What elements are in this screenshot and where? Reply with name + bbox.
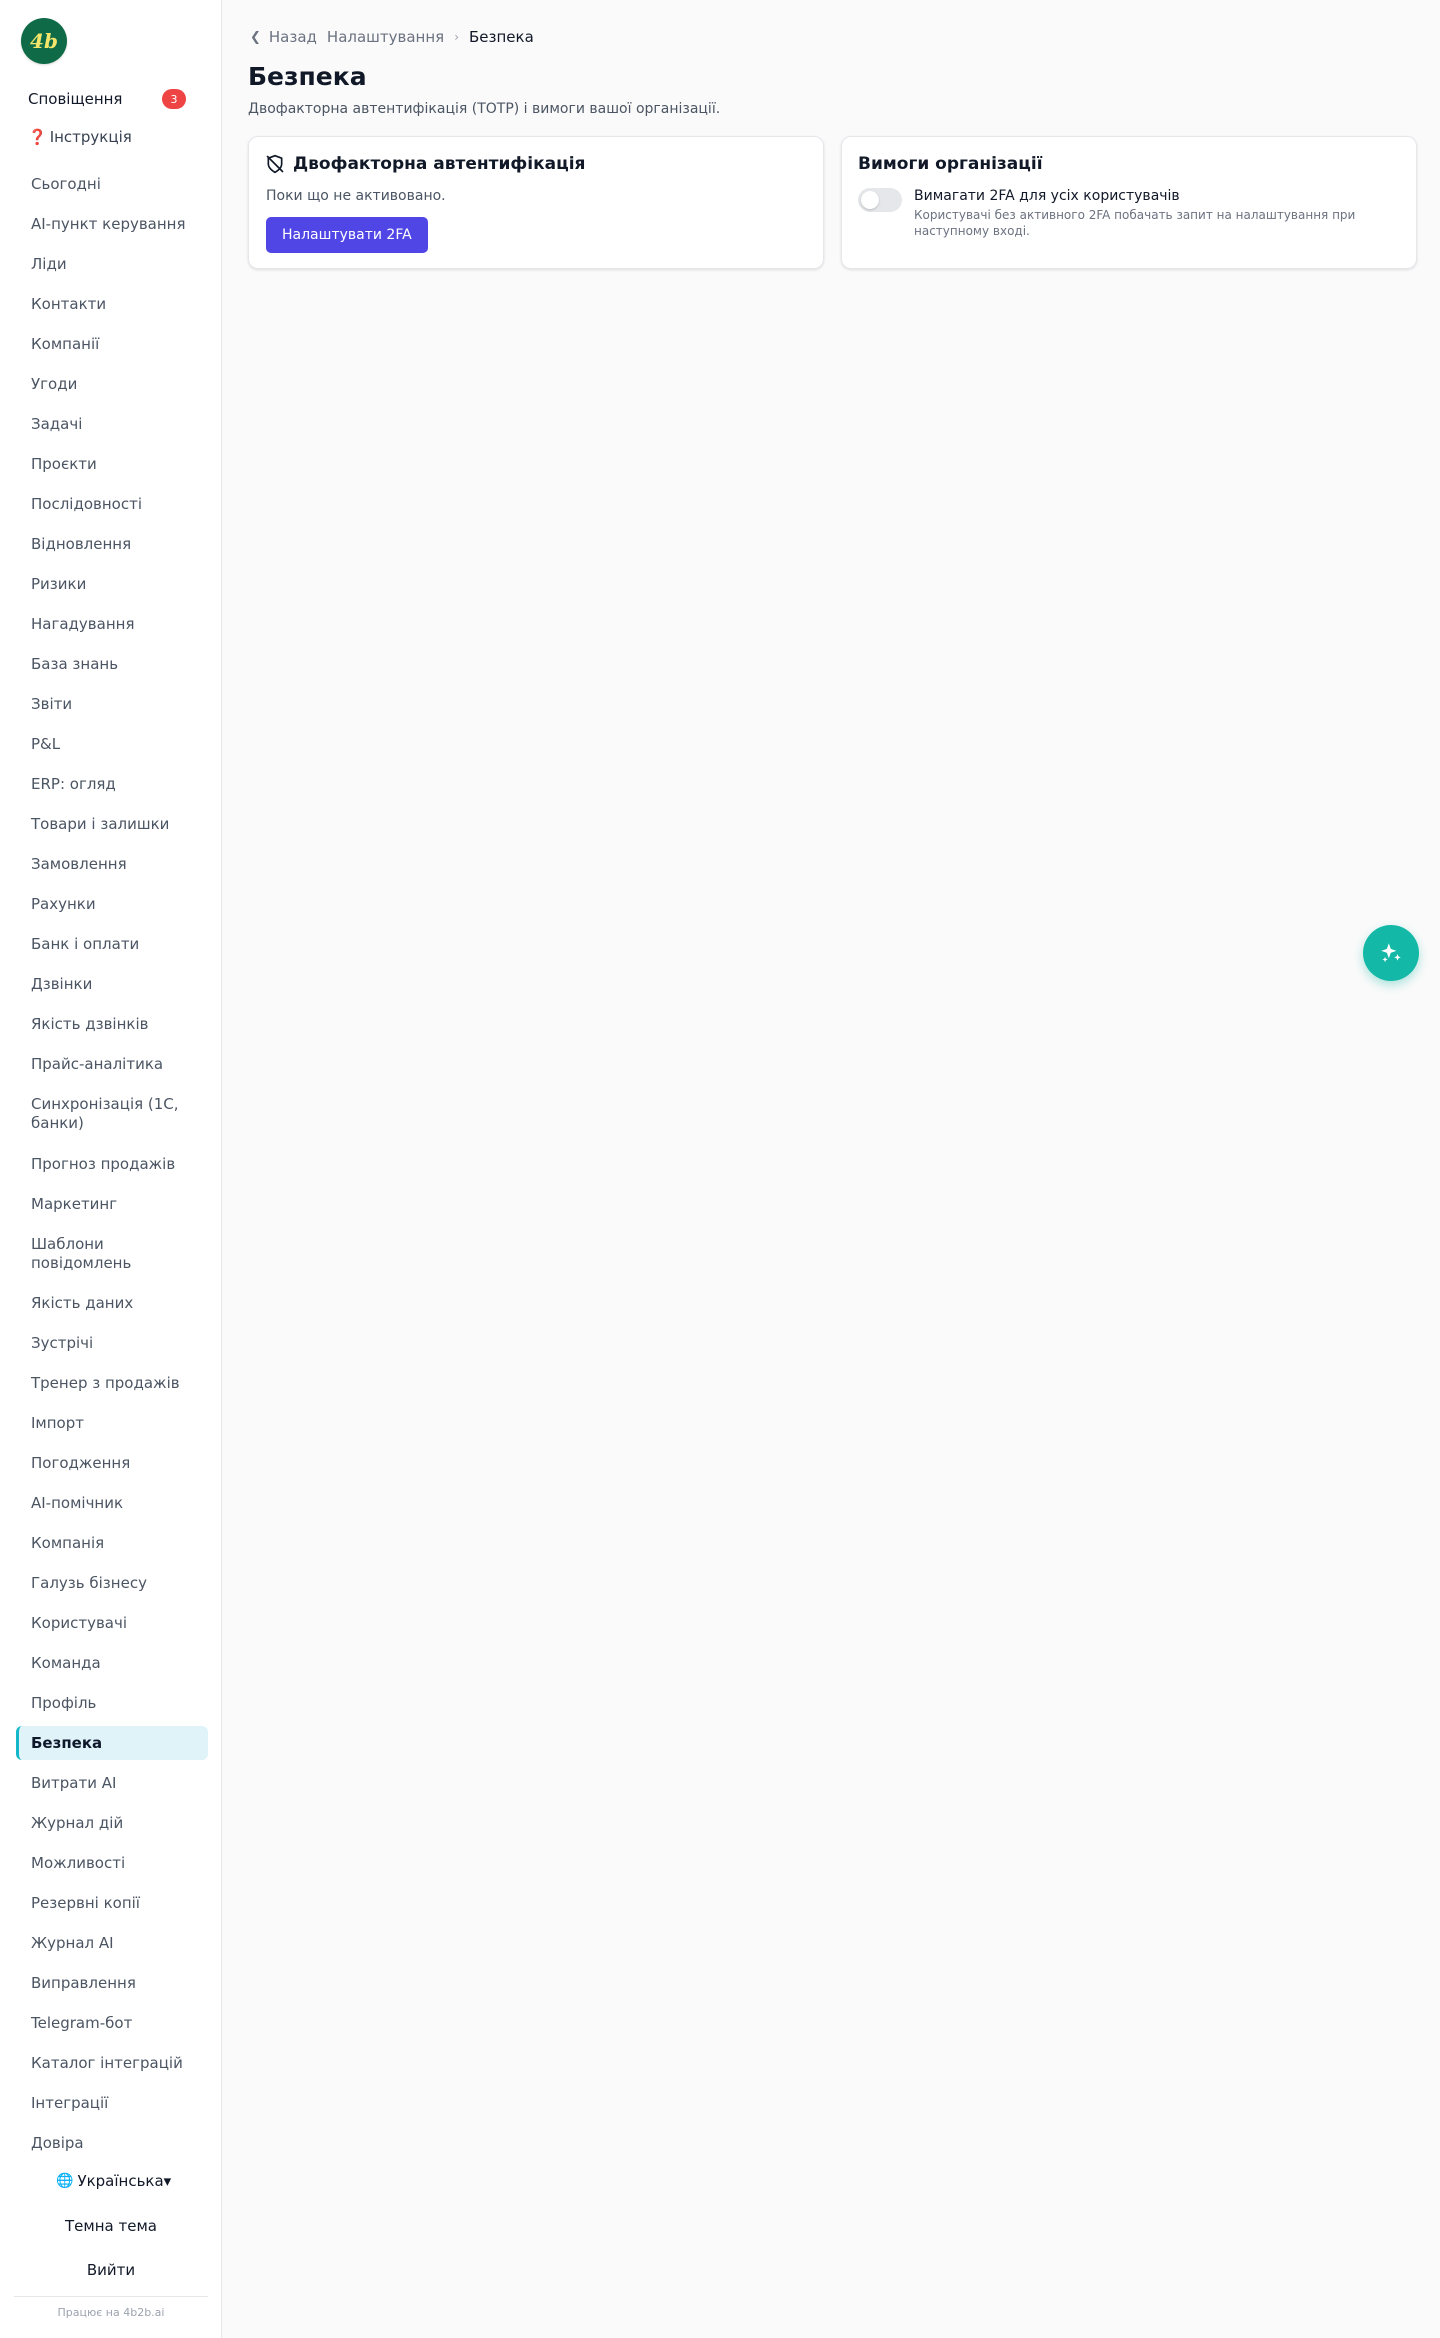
sidebar-item[interactable]: AI-пункт керування bbox=[16, 207, 208, 241]
sidebar-item[interactable]: Якість дзвінків bbox=[16, 1007, 208, 1041]
sidebar-item[interactable]: Ризики bbox=[16, 567, 208, 601]
dark-theme-button[interactable]: Темна тема bbox=[16, 2217, 206, 2235]
notifications-count-badge: 3 bbox=[162, 89, 186, 109]
sidebar-item[interactable]: ERP: огляд bbox=[16, 767, 208, 801]
two-factor-card: Двофакторна автентифікація Поки що не ак… bbox=[248, 136, 824, 269]
sidebar-item[interactable]: Послідовності bbox=[16, 487, 208, 521]
setup-2fa-button[interactable]: Налаштувати 2FA bbox=[266, 217, 428, 253]
require-2fa-toggle[interactable] bbox=[858, 188, 902, 212]
require-2fa-help: Користувачі без активного 2FA побачать з… bbox=[914, 208, 1356, 238]
sidebar-item[interactable]: Товари і залишки bbox=[16, 807, 208, 841]
sidebar-item[interactable]: Галузь бізнесу bbox=[16, 1566, 208, 1600]
breadcrumb-separator: › bbox=[454, 30, 459, 44]
back-label: Назад bbox=[268, 28, 317, 46]
sidebar-item[interactable]: Дзвінки bbox=[16, 967, 208, 1001]
app-logo[interactable]: 4b bbox=[21, 18, 67, 64]
sidebar-item[interactable]: Інтеграції bbox=[16, 2086, 208, 2120]
sidebar-item[interactable]: Шаблони повідомлень bbox=[16, 1227, 208, 1280]
two-factor-card-title: Двофакторна автентифікація bbox=[265, 154, 585, 174]
sidebar-item[interactable]: Проєкти bbox=[16, 447, 208, 481]
sidebar-item[interactable]: Маркетинг bbox=[16, 1187, 208, 1221]
chevron-left-icon: ❮ bbox=[250, 29, 261, 45]
two-factor-status: Поки що не активовано. bbox=[266, 188, 446, 204]
sidebar-item[interactable]: Команда bbox=[16, 1646, 208, 1680]
org-requirements-title: Вимоги організації bbox=[858, 154, 1043, 174]
sidebar-item[interactable]: Компанії bbox=[16, 327, 208, 361]
sidebar-item[interactable]: Замовлення bbox=[16, 847, 208, 881]
help-label: Інструкція bbox=[49, 128, 132, 146]
back-link[interactable]: ❮ Назад bbox=[250, 28, 317, 46]
sidebar-item[interactable]: Довіра bbox=[16, 2126, 208, 2160]
sidebar-item[interactable]: Журнал AI bbox=[16, 1926, 208, 1960]
sidebar-item[interactable]: Витрати AI bbox=[16, 1766, 208, 1800]
org-requirements-card: Вимоги організації Вимагати 2FA для усіх… bbox=[841, 136, 1417, 269]
sidebar-item[interactable]: Можливості bbox=[16, 1846, 208, 1880]
require-2fa-label: Вимагати 2FA для усіх користувачів bbox=[914, 188, 1180, 204]
sidebar-divider bbox=[14, 2296, 208, 2297]
sidebar-item[interactable]: Користувачі bbox=[16, 1606, 208, 1640]
sidebar-nav: Сьогодні AI-пункт керування Ліди Контакти Ко… bbox=[16, 167, 208, 2166]
sidebar-item[interactable]: Погодження bbox=[16, 1446, 208, 1480]
sidebar-item[interactable]: Профіль bbox=[16, 1686, 208, 1720]
sidebar-item[interactable]: AI-помічник bbox=[16, 1486, 208, 1520]
sidebar-item[interactable]: Угоди bbox=[16, 367, 208, 401]
help-link[interactable]: ❓ Інструкція bbox=[28, 128, 132, 146]
sparkles-icon bbox=[1381, 943, 1401, 963]
toggle-knob bbox=[861, 191, 879, 209]
sidebar-item[interactable]: Прогноз продажів bbox=[16, 1147, 208, 1181]
sidebar-item[interactable]: P&L bbox=[16, 727, 208, 761]
sidebar-item[interactable]: Тренер з продажів bbox=[16, 1366, 208, 1400]
breadcrumb-settings[interactable]: Налаштування bbox=[327, 28, 444, 46]
sidebar-item[interactable]: Ліди bbox=[16, 247, 208, 281]
sidebar-item[interactable]: Задачі bbox=[16, 407, 208, 441]
notifications-button[interactable]: Сповіщення 3 bbox=[16, 86, 198, 112]
sidebar-item[interactable]: Нагадування bbox=[16, 607, 208, 641]
shield-off-icon bbox=[265, 154, 285, 174]
sidebar-item[interactable]: База знань bbox=[16, 647, 208, 681]
sidebar-item[interactable]: Telegram-бот bbox=[16, 2006, 208, 2040]
globe-icon: 🌐 bbox=[56, 2173, 74, 2189]
sidebar-item[interactable]: Компанія bbox=[16, 1526, 208, 1560]
logout-button[interactable]: Вийти bbox=[16, 2261, 206, 2279]
sidebar-item[interactable]: Виправлення bbox=[16, 1966, 208, 2000]
sidebar-item[interactable]: Синхронізація (1С, банки) bbox=[16, 1087, 208, 1141]
sidebar-item[interactable]: Каталог інтеграцій bbox=[16, 2046, 208, 2080]
sidebar-item[interactable]: Банк і оплати bbox=[16, 927, 208, 961]
sidebar-item[interactable]: Зустрічі bbox=[16, 1326, 208, 1360]
sidebar-item[interactable]: Журнал дій bbox=[16, 1806, 208, 1840]
two-factor-title-text: Двофакторна автентифікація bbox=[293, 154, 586, 174]
ai-assistant-fab[interactable] bbox=[1363, 925, 1419, 981]
sidebar-item[interactable]: Рахунки bbox=[16, 887, 208, 921]
sidebar-item[interactable]: Контакти bbox=[16, 287, 208, 321]
language-label: Українська▾ bbox=[77, 2172, 172, 2190]
sidebar-item[interactable]: Резервні копії bbox=[16, 1886, 208, 1920]
language-select[interactable]: 🌐 Українська▾ bbox=[56, 2172, 171, 2190]
breadcrumb-current: Безпека bbox=[469, 28, 534, 46]
sidebar-item[interactable]: Відновлення bbox=[16, 527, 208, 561]
page-subtitle: Двофакторна автентифікація (TOTP) і вимо… bbox=[248, 101, 721, 117]
page-title: Безпека bbox=[248, 62, 367, 91]
sidebar: 4b Сповіщення 3 ❓ Інструкція Сьогодні AI-… bbox=[0, 0, 222, 2338]
sidebar-item[interactable]: Звіти bbox=[16, 687, 208, 721]
powered-by: Працює на 4b2b.ai bbox=[57, 2306, 165, 2319]
sidebar-item[interactable]: Сьогодні bbox=[16, 167, 208, 201]
sidebar-item[interactable]: Якість даних bbox=[16, 1286, 208, 1320]
sidebar-item[interactable]: Імпорт bbox=[16, 1406, 208, 1440]
breadcrumb: ❮ Назад Налаштування › Безпека bbox=[250, 28, 534, 46]
notifications-label: Сповіщення bbox=[28, 90, 123, 108]
sidebar-item[interactable]: Безпека bbox=[16, 1726, 208, 1760]
sidebar-item[interactable]: Прайс-аналітика bbox=[16, 1047, 208, 1081]
question-icon: ❓ bbox=[28, 128, 47, 146]
